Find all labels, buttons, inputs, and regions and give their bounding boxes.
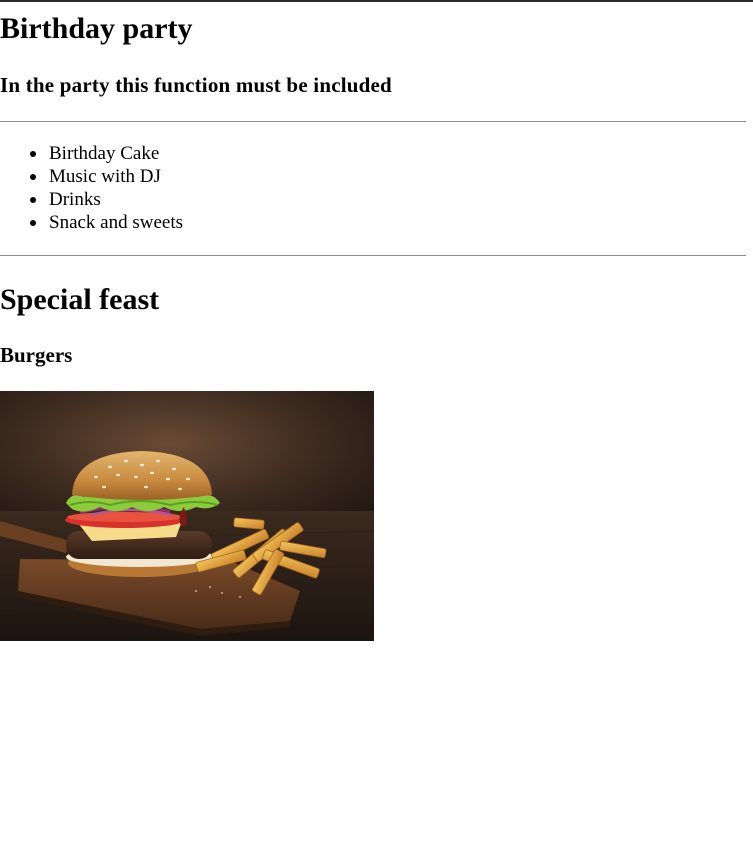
function-list: Birthday Cake Music with DJ Drinks Snack… (0, 142, 183, 234)
page-subtitle: In the party this function must be inclu… (0, 73, 392, 97)
page-title: Birthday party (0, 12, 193, 45)
divider-top (0, 121, 746, 122)
list-item: Drinks (29, 188, 183, 211)
list-item: Birthday Cake (29, 142, 183, 165)
top-border (0, 0, 753, 2)
section-subtitle: Burgers (0, 343, 73, 367)
list-item: Snack and sweets (29, 212, 184, 233)
burger-image (0, 391, 374, 641)
section-title: Special feast (0, 283, 160, 316)
list-item: Music with DJ (29, 165, 183, 188)
divider-bottom (0, 255, 746, 256)
